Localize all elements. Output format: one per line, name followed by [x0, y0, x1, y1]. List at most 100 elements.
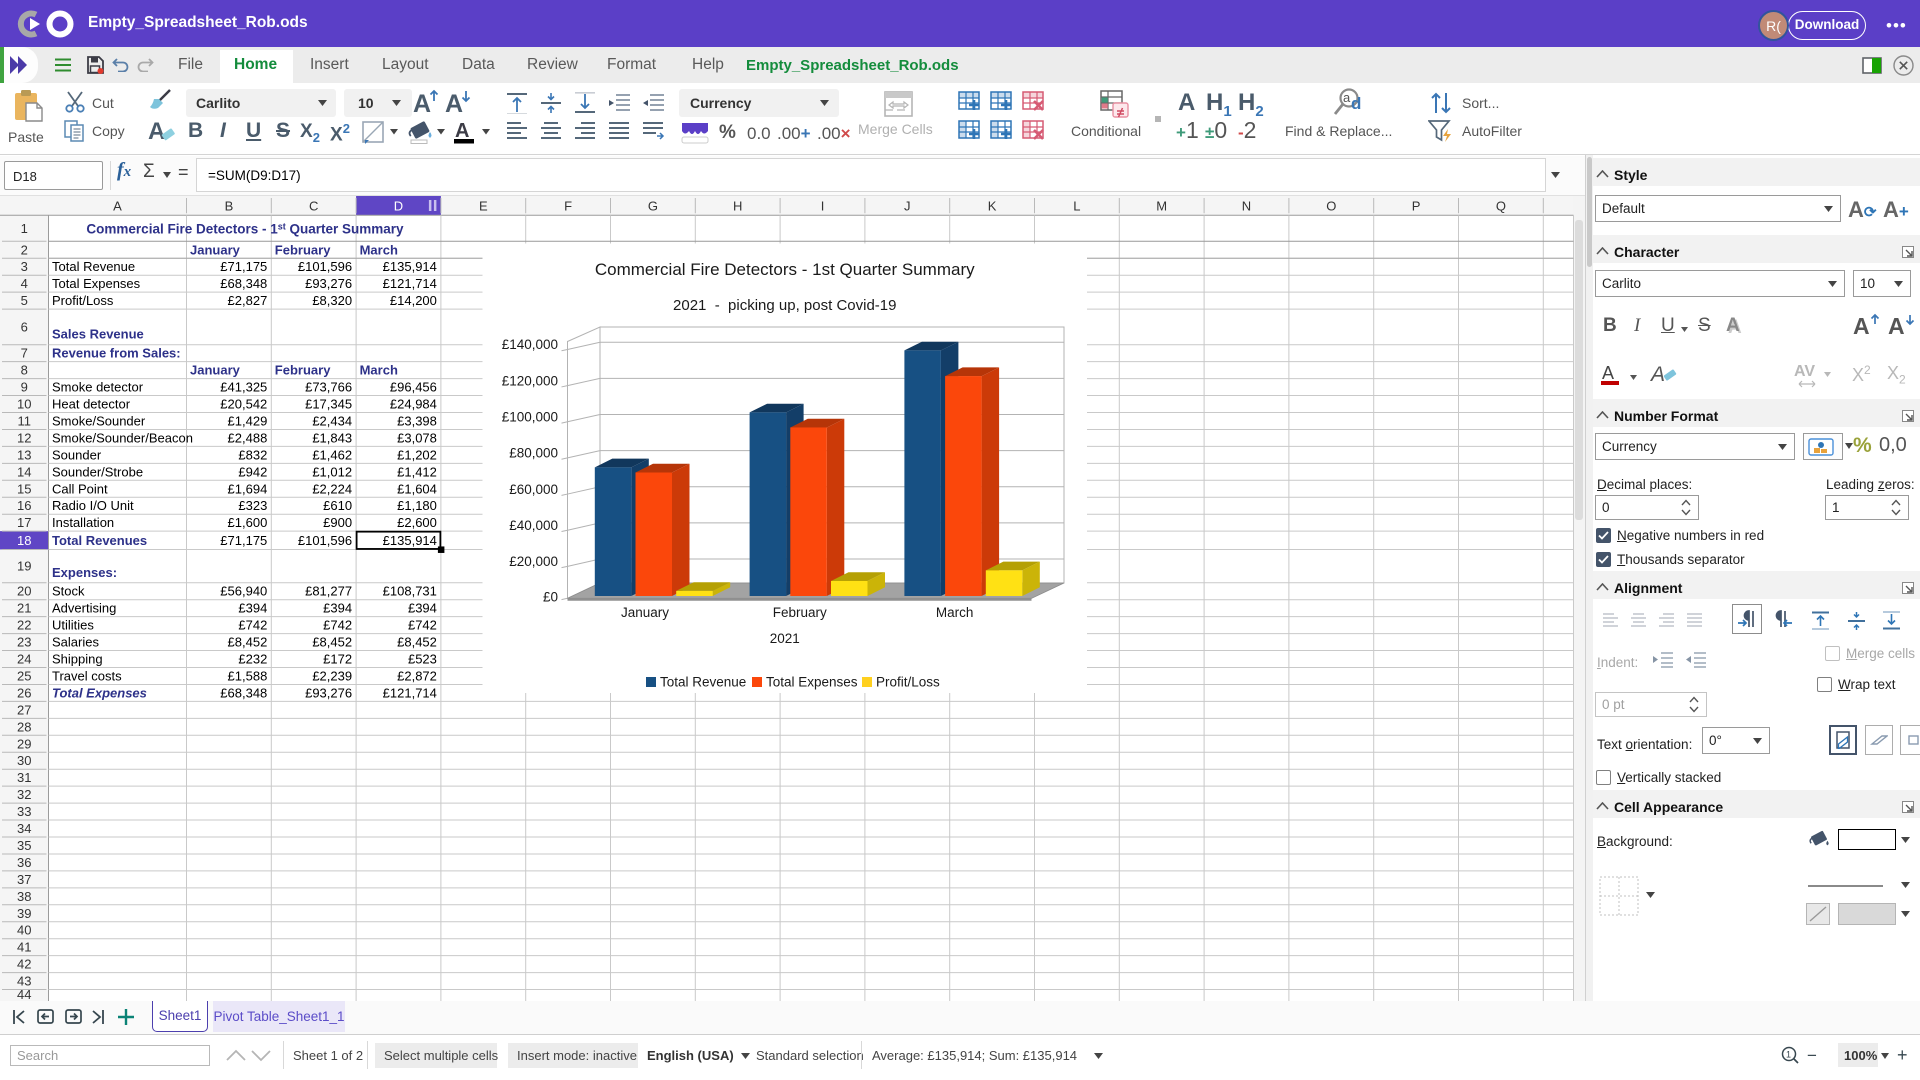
- svg-text:£1,412: £1,412: [397, 464, 437, 479]
- svg-text:14: 14: [17, 464, 31, 479]
- svg-text:2: 2: [21, 242, 28, 257]
- svg-text:7: 7: [21, 346, 28, 361]
- svg-text:£40,000: £40,000: [509, 518, 558, 533]
- svg-text:Total Revenues: Total Revenues: [52, 533, 147, 548]
- svg-text:£394: £394: [238, 601, 267, 616]
- svg-text:£8,320: £8,320: [312, 293, 352, 308]
- svg-text:41: 41: [17, 940, 31, 955]
- svg-text:J: J: [904, 199, 911, 214]
- svg-text:1: 1: [1786, 1050, 1791, 1060]
- svg-text:N: N: [1242, 199, 1251, 214]
- svg-text:A: A: [445, 90, 463, 117]
- svg-text:£232: £232: [238, 652, 267, 667]
- svg-text:£1,843: £1,843: [312, 430, 352, 445]
- svg-text:£1,694: £1,694: [228, 481, 268, 496]
- svg-text:Smoke/Sounder/Beacon: Smoke/Sounder/Beacon: [52, 430, 193, 445]
- svg-text:£1,462: £1,462: [312, 447, 352, 462]
- svg-text:C: C: [309, 199, 318, 214]
- svg-text:£1,202: £1,202: [397, 447, 437, 462]
- svg-text:£81,277: £81,277: [305, 584, 352, 599]
- svg-text:£942: £942: [238, 464, 267, 479]
- svg-text:£610: £610: [323, 498, 352, 513]
- svg-text:Profit/Loss: Profit/Loss: [876, 675, 940, 690]
- svg-text:£68,348: £68,348: [220, 276, 267, 291]
- svg-text:£56,940: £56,940: [220, 584, 267, 599]
- svg-text:£900: £900: [323, 515, 352, 530]
- svg-text:£120,000: £120,000: [502, 373, 558, 388]
- svg-text:£140,000: £140,000: [502, 337, 558, 352]
- svg-text:£80,000: £80,000: [509, 446, 558, 461]
- svg-text:March: March: [936, 605, 974, 620]
- svg-text:37: 37: [17, 872, 31, 887]
- svg-text:P: P: [1412, 199, 1421, 214]
- svg-text:£8,452: £8,452: [397, 635, 437, 650]
- svg-text:£394: £394: [408, 601, 437, 616]
- svg-text:18: 18: [17, 533, 31, 548]
- svg-text:K: K: [988, 199, 997, 214]
- svg-text:March: March: [360, 242, 398, 257]
- svg-text:M: M: [1156, 199, 1167, 214]
- svg-text:Total Revenue: Total Revenue: [660, 675, 746, 690]
- svg-text:22: 22: [17, 618, 31, 633]
- svg-text:£121,714: £121,714: [383, 276, 437, 291]
- svg-text:Smoke detector: Smoke detector: [52, 380, 144, 395]
- svg-text:£14,200: £14,200: [390, 293, 437, 308]
- svg-text:Q: Q: [1496, 199, 1506, 214]
- svg-text:£323: £323: [238, 498, 267, 513]
- svg-text:D: D: [394, 199, 403, 214]
- svg-text:29: 29: [17, 736, 31, 751]
- svg-text:Expenses:: Expenses:: [52, 565, 117, 580]
- svg-text:6: 6: [21, 319, 28, 334]
- svg-text:A: A: [1650, 363, 1665, 386]
- svg-text:£20,000: £20,000: [509, 554, 558, 569]
- svg-text:£101,596: £101,596: [298, 533, 352, 548]
- svg-text:£93,276: £93,276: [305, 685, 352, 700]
- svg-text:Sales Revenue: Sales Revenue: [52, 327, 144, 342]
- svg-text:d: d: [1351, 94, 1361, 113]
- svg-text:31: 31: [17, 770, 31, 785]
- svg-text:Total Expenses: Total Expenses: [766, 675, 858, 690]
- svg-text:£1,012: £1,012: [312, 464, 352, 479]
- svg-text:10: 10: [17, 397, 31, 412]
- svg-text:March: March: [360, 363, 398, 378]
- svg-text:33: 33: [17, 804, 31, 819]
- svg-text:£20,542: £20,542: [220, 397, 267, 412]
- svg-text:G: G: [648, 199, 658, 214]
- svg-text:£3,398: £3,398: [397, 413, 437, 428]
- svg-text:A: A: [455, 120, 469, 142]
- svg-text:£172: £172: [323, 652, 352, 667]
- svg-text:£832: £832: [238, 447, 267, 462]
- svg-text:February: February: [773, 605, 827, 620]
- svg-text:1: 1: [21, 221, 28, 236]
- svg-text:Total Expenses: Total Expenses: [52, 685, 147, 700]
- svg-text:Installation: Installation: [52, 515, 114, 530]
- svg-text:Smoke/Sounder: Smoke/Sounder: [52, 413, 146, 428]
- svg-text:£71,175: £71,175: [220, 533, 267, 548]
- svg-text:A: A: [413, 90, 431, 117]
- svg-text:£68,348: £68,348: [220, 685, 267, 700]
- svg-text:£1,604: £1,604: [397, 481, 437, 496]
- svg-text:£2,827: £2,827: [228, 293, 268, 308]
- svg-text:2021: 2021: [770, 631, 800, 646]
- svg-text:38: 38: [17, 889, 31, 904]
- svg-text:£60,000: £60,000: [509, 482, 558, 497]
- svg-text:£121,714: £121,714: [383, 685, 437, 700]
- svg-text:£2,239: £2,239: [312, 668, 352, 683]
- svg-text:Revenue from Sales:: Revenue from Sales:: [52, 346, 181, 361]
- svg-text:January: January: [190, 242, 241, 257]
- svg-text:9: 9: [21, 380, 28, 395]
- svg-text:£108,731: £108,731: [383, 584, 437, 599]
- svg-text:£8,452: £8,452: [312, 635, 352, 650]
- svg-text:A: A: [148, 118, 165, 145]
- svg-text:H: H: [733, 199, 742, 214]
- svg-text:28: 28: [17, 719, 31, 734]
- svg-text:17: 17: [17, 515, 31, 530]
- svg-text:26: 26: [17, 685, 31, 700]
- svg-text:Stock: Stock: [52, 584, 85, 599]
- svg-text:£135,914: £135,914: [383, 533, 437, 548]
- svg-text:13: 13: [17, 447, 31, 462]
- svg-text:£742: £742: [323, 618, 352, 633]
- svg-text:F: F: [564, 199, 572, 214]
- svg-text:34: 34: [17, 821, 31, 836]
- svg-text:36: 36: [17, 855, 31, 870]
